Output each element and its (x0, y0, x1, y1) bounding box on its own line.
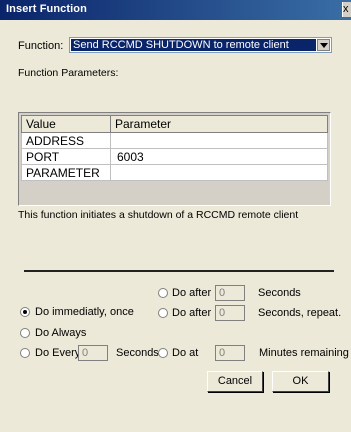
do-at-label: Do at (172, 347, 199, 359)
function-description: This function initiates a shutdown of a … (18, 209, 299, 221)
do-immediately-label: Do immediatly, once (35, 306, 134, 318)
function-label: Function: (18, 40, 64, 52)
column-header-value[interactable]: Value (21, 115, 111, 133)
do-after-seconds-unit: Seconds (258, 287, 301, 299)
insert-function-dialog: Insert Function x Function: Send RCCMD S… (0, 0, 351, 432)
function-select[interactable]: Send RCCMD SHUTDOWN to remote client (69, 37, 332, 53)
row-parameter[interactable]: 6003 (110, 148, 328, 165)
chevron-down-icon[interactable] (317, 39, 330, 51)
do-at-unit: Minutes remaining (259, 347, 349, 359)
radio-do-every[interactable] (20, 348, 30, 358)
do-after-seconds-input[interactable]: 0 (215, 285, 245, 301)
row-parameter[interactable] (110, 132, 328, 149)
row-value: PORT (21, 148, 111, 165)
do-every-unit: Seconds (116, 347, 159, 359)
divider (24, 270, 334, 272)
column-header-parameter[interactable]: Parameter (110, 115, 328, 133)
do-every-input[interactable]: 0 (78, 345, 108, 361)
radio-do-immediately[interactable] (20, 307, 30, 317)
row-value: PARAMETER (21, 164, 111, 181)
row-parameter[interactable] (110, 164, 328, 181)
function-parameters-label: Function Parameters: (18, 67, 119, 79)
do-every-label: Do Every (35, 347, 81, 359)
radio-do-after-repeat[interactable] (158, 308, 168, 318)
do-after-repeat-unit: Seconds, repeat. (258, 307, 342, 319)
table-row[interactable]: PORT 6003 (21, 148, 328, 165)
row-value: ADDRESS (21, 132, 111, 149)
function-selected-value: Send RCCMD SHUTDOWN to remote client (71, 39, 316, 51)
cancel-button[interactable]: Cancel (207, 371, 263, 392)
window-title: Insert Function (6, 3, 87, 15)
parameters-table[interactable]: Value Parameter ADDRESS PORT 6003 PARAME… (18, 112, 331, 206)
ok-button[interactable]: OK (272, 371, 329, 392)
table-row[interactable]: ADDRESS (21, 132, 328, 149)
do-always-label: Do Always (35, 327, 87, 339)
do-after-repeat-input[interactable]: 0 (215, 305, 245, 321)
radio-do-after-seconds[interactable] (158, 288, 168, 298)
close-icon[interactable]: x (342, 2, 351, 17)
do-at-input[interactable]: 0 (215, 345, 245, 361)
title-bar: Insert Function x (0, 0, 351, 20)
radio-do-at[interactable] (158, 348, 168, 358)
table-empty-area (21, 199, 328, 203)
table-row[interactable]: PARAMETER (21, 164, 328, 181)
do-after-repeat-label: Do after (172, 307, 212, 319)
radio-do-always[interactable] (20, 328, 30, 338)
do-after-seconds-label: Do after (172, 287, 212, 299)
